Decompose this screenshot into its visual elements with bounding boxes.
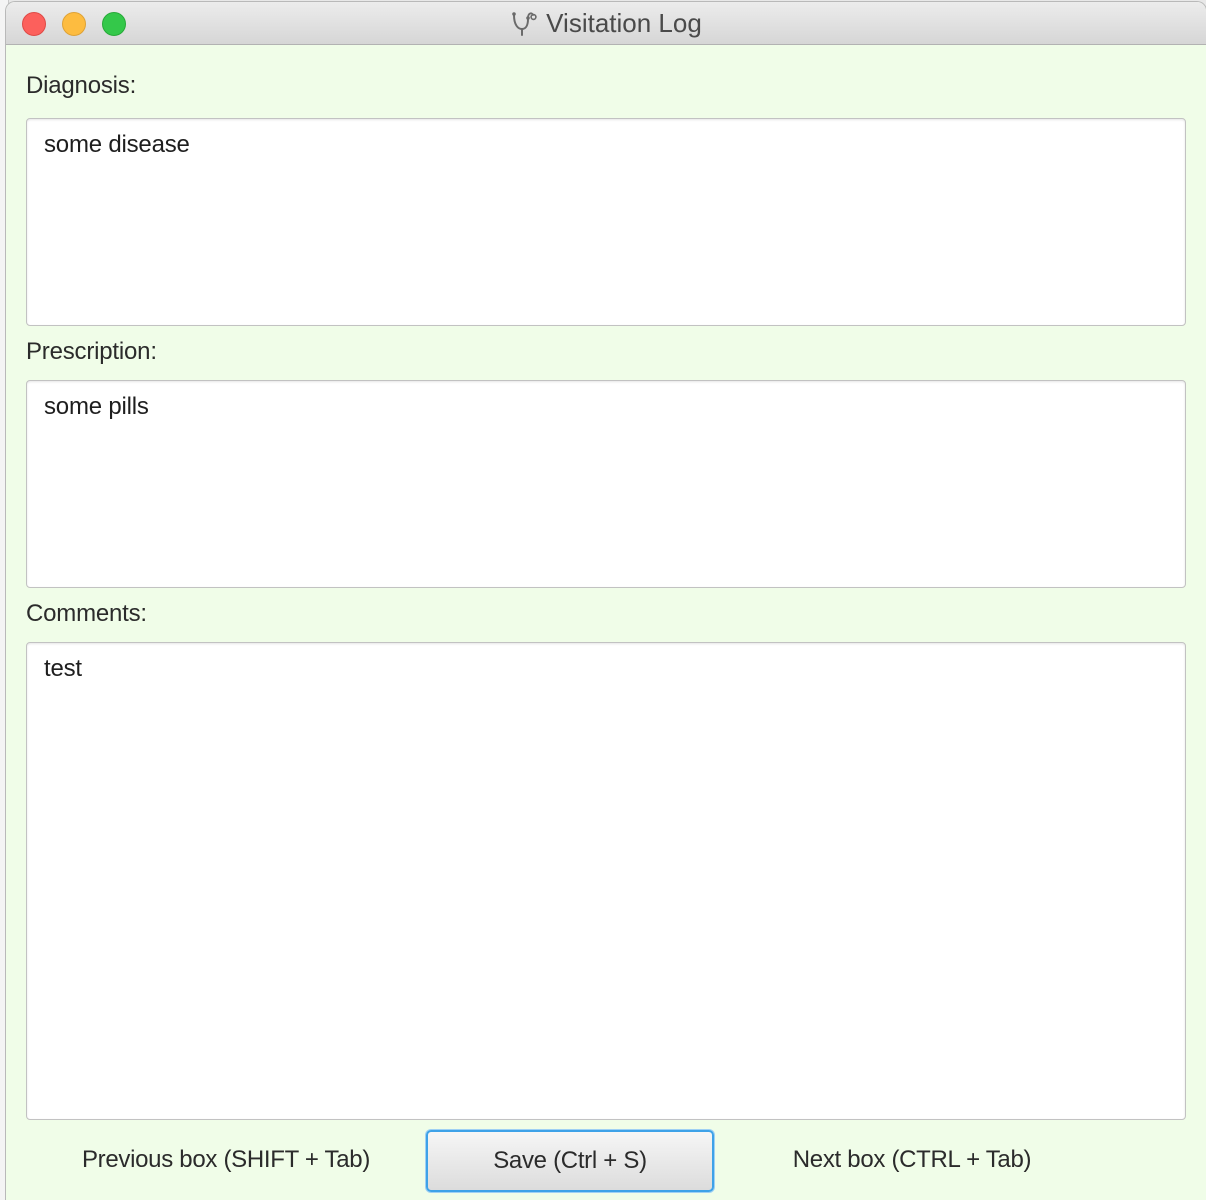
title-bar[interactable]: Visitation Log [6,2,1206,45]
window-title-text: Visitation Log [546,8,702,38]
diagnosis-label: Diagnosis: [26,72,137,99]
comments-label: Comments: [26,600,147,627]
comments-textarea[interactable]: test [26,642,1186,1120]
window-title: Visitation Log [6,2,1206,45]
diagnosis-text: some disease [44,131,190,158]
previous-box-button[interactable]: Previous box (SHIFT + Tab) [66,1130,386,1190]
next-box-button[interactable]: Next box (CTRL + Tab) [772,1130,1052,1190]
diagnosis-textarea[interactable]: some disease [26,118,1186,326]
stethoscope-icon [512,11,537,36]
prescription-text: some pills [44,393,149,420]
prescription-label: Prescription: [26,338,157,365]
comments-text: test [44,655,82,682]
visitation-log-window: Visitation Log Diagnosis: some disease P… [6,2,1206,1200]
save-button[interactable]: Save (Ctrl + S) [426,1130,714,1192]
prescription-textarea[interactable]: some pills [26,380,1186,588]
